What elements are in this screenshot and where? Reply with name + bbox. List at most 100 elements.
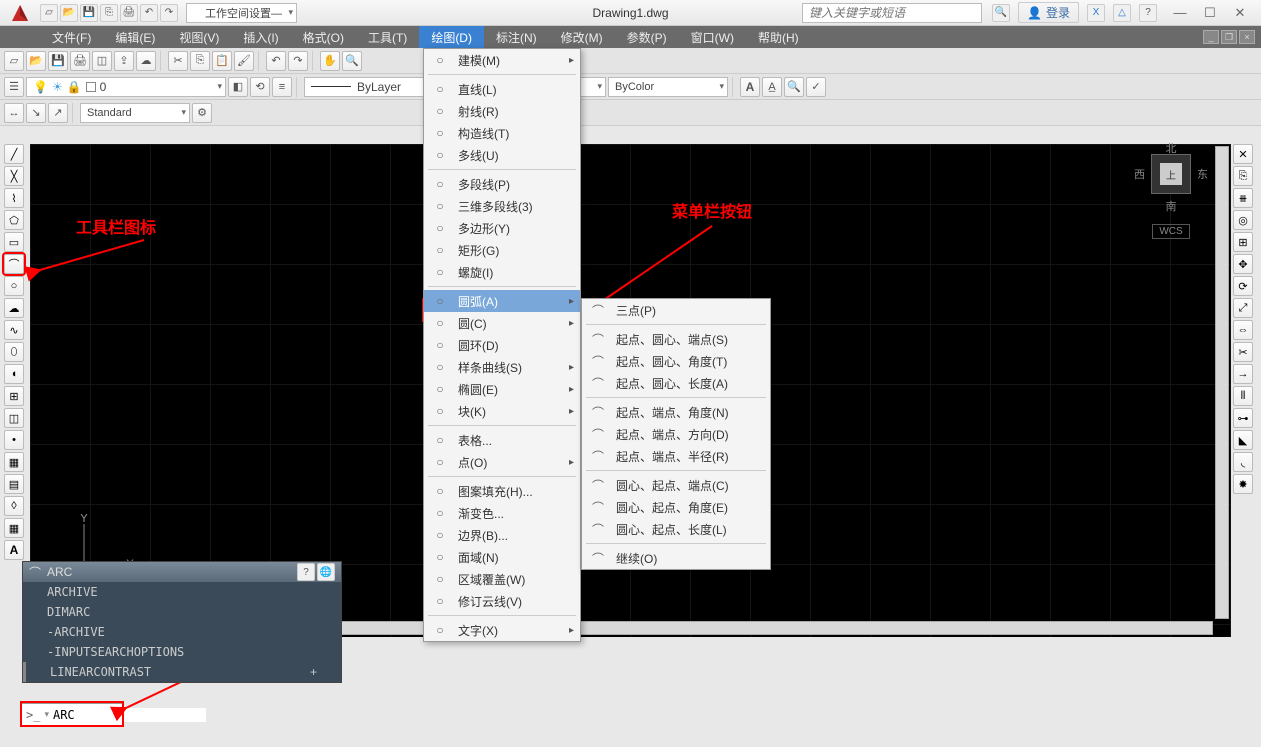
qat-open-icon[interactable]: 📂: [60, 4, 78, 22]
mdi-minimize[interactable]: _: [1203, 30, 1219, 44]
polygon-icon[interactable]: ⬠: [4, 210, 24, 230]
draw-menu-item[interactable]: ○矩形(G): [424, 239, 580, 261]
arc-menu-item[interactable]: ⌒起点、圆心、长度(A): [582, 372, 770, 394]
qat-new-icon[interactable]: ▱: [40, 4, 58, 22]
qat-print-icon[interactable]: 🖨: [120, 4, 138, 22]
layer-dropdown[interactable]: 💡 ☀ 🔒 0: [26, 77, 226, 97]
pan-icon[interactable]: ✋: [320, 51, 340, 71]
arc-menu-item[interactable]: ⌒起点、端点、半径(R): [582, 445, 770, 467]
publish-icon[interactable]: ⇪: [114, 51, 134, 71]
draw-menu-item[interactable]: ○文字(X): [424, 619, 580, 641]
break-icon[interactable]: ⦀: [1233, 386, 1253, 406]
table-icon[interactable]: ▦: [4, 518, 24, 538]
arc-menu-item[interactable]: ⌒起点、圆心、角度(T): [582, 350, 770, 372]
mtext-icon[interactable]: A: [4, 540, 24, 560]
draw-menu-item[interactable]: ○构造线(T): [424, 122, 580, 144]
color-dropdown[interactable]: ByColor: [608, 77, 728, 97]
cmd-suggestion[interactable]: -INPUTSEARCHOPTIONS: [23, 642, 341, 662]
menu-edit[interactable]: 编辑(E): [103, 26, 167, 48]
vertical-scrollbar[interactable]: [1215, 146, 1229, 619]
workspace-dropdown[interactable]: 工作空间设置—: [186, 3, 297, 23]
help-icon[interactable]: ?: [1139, 4, 1157, 22]
point-icon[interactable]: •: [4, 430, 24, 450]
arc-menu-item[interactable]: ⌒起点、圆心、端点(S): [582, 328, 770, 350]
line-icon[interactable]: ╱: [4, 144, 24, 164]
arc-menu-item[interactable]: ⌒圆心、起点、角度(E): [582, 496, 770, 518]
arc-menu-item[interactable]: ⌒继续(O): [582, 547, 770, 569]
layer-state-icon[interactable]: ≡: [272, 77, 292, 97]
dimstyle-dropdown[interactable]: Standard: [80, 103, 190, 123]
menu-modify[interactable]: 修改(M): [549, 26, 615, 48]
cut-icon[interactable]: ✂: [168, 51, 188, 71]
layer-prev-icon[interactable]: ⟲: [250, 77, 270, 97]
hatch-icon[interactable]: ▦: [4, 452, 24, 472]
dim-icon[interactable]: ↔: [4, 103, 24, 123]
exchange-cloud-icon[interactable]: △: [1113, 4, 1131, 22]
move-icon[interactable]: ✥: [1233, 254, 1253, 274]
close-button[interactable]: ✕: [1225, 3, 1255, 23]
mleader-icon[interactable]: ↗: [48, 103, 68, 123]
menu-insert[interactable]: 插入(I): [231, 26, 290, 48]
menu-window[interactable]: 窗口(W): [679, 26, 746, 48]
draw-menu-item[interactable]: ○圆(C): [424, 312, 580, 334]
draw-menu-item[interactable]: ○圆环(D): [424, 334, 580, 356]
leader-icon[interactable]: ↘: [26, 103, 46, 123]
circle-icon[interactable]: ○: [4, 276, 24, 296]
offset-icon[interactable]: ◎: [1233, 210, 1253, 230]
draw-menu-item[interactable]: ○面域(N): [424, 546, 580, 568]
revcloud-icon[interactable]: ☁: [4, 298, 24, 318]
rotate-icon[interactable]: ⟳: [1233, 276, 1253, 296]
extend-icon[interactable]: →: [1233, 364, 1253, 384]
plot-icon[interactable]: 🖨: [70, 51, 90, 71]
array-icon[interactable]: ⊞: [1233, 232, 1253, 252]
cmd-suggestion[interactable]: DIMARC: [23, 602, 341, 622]
rectangle-icon[interactable]: ▭: [4, 232, 24, 252]
mdi-restore[interactable]: ❐: [1221, 30, 1237, 44]
minimize-button[interactable]: —: [1165, 3, 1195, 23]
spline-icon[interactable]: ∿: [4, 320, 24, 340]
search-input[interactable]: [802, 3, 982, 23]
chamfer-icon[interactable]: ◣: [1233, 430, 1253, 450]
draw-menu-item[interactable]: ○直线(L): [424, 78, 580, 100]
redo-icon[interactable]: ↷: [288, 51, 308, 71]
mirror-icon[interactable]: ⧻: [1233, 188, 1253, 208]
zoom-icon[interactable]: 🔍: [342, 51, 362, 71]
text-a2-icon[interactable]: A̲: [762, 77, 782, 97]
preview-icon[interactable]: ◫: [92, 51, 112, 71]
insert-icon[interactable]: ⊞: [4, 386, 24, 406]
draw-menu-item[interactable]: ○图案填充(H)...: [424, 480, 580, 502]
view-cube[interactable]: 北 西 上 东 南 WCS: [1131, 154, 1211, 254]
fillet-icon[interactable]: ◟: [1233, 452, 1253, 472]
arc-menu-item[interactable]: ⌒三点(P): [582, 299, 770, 321]
draw-menu-item[interactable]: ○边界(B)...: [424, 524, 580, 546]
arc-icon[interactable]: ⌒: [4, 254, 24, 274]
ellipsearc-icon[interactable]: ◖: [4, 364, 24, 384]
draw-menu-item[interactable]: ○表格...: [424, 429, 580, 451]
draw-menu-item[interactable]: ○多线(U): [424, 144, 580, 166]
spell-icon[interactable]: ✓: [806, 77, 826, 97]
save-icon[interactable]: 💾: [48, 51, 68, 71]
block-icon[interactable]: ◫: [4, 408, 24, 428]
draw-menu-item[interactable]: ○块(K): [424, 400, 580, 422]
arc-menu-item[interactable]: ⌒圆心、起点、端点(C): [582, 474, 770, 496]
erase-icon[interactable]: ✕: [1233, 144, 1253, 164]
login-button[interactable]: 👤登录: [1018, 2, 1079, 23]
arc-menu-item[interactable]: ⌒圆心、起点、长度(L): [582, 518, 770, 540]
arc-menu-item[interactable]: ⌒起点、端点、角度(N): [582, 401, 770, 423]
cmd-suggestion[interactable]: ARCHIVE: [23, 582, 341, 602]
menu-param[interactable]: 参数(P): [615, 26, 679, 48]
draw-menu-item[interactable]: ○多边形(Y): [424, 217, 580, 239]
stretch-icon[interactable]: ⇔: [1233, 320, 1253, 340]
app-logo[interactable]: [6, 2, 34, 24]
binoculars-icon[interactable]: 🔍: [992, 4, 1010, 22]
paste-icon[interactable]: 📋: [212, 51, 232, 71]
find-icon[interactable]: 🔍: [784, 77, 804, 97]
menu-help[interactable]: 帮助(H): [746, 26, 811, 48]
draw-menu-item[interactable]: ○区域覆盖(W): [424, 568, 580, 590]
copy2-icon[interactable]: ⎘: [1233, 166, 1253, 186]
menu-draw[interactable]: 绘图(D): [419, 26, 484, 48]
draw-menu-item[interactable]: ○射线(R): [424, 100, 580, 122]
pline-icon[interactable]: ⌇: [4, 188, 24, 208]
open-icon[interactable]: 📂: [26, 51, 46, 71]
draw-menu-item[interactable]: ○圆弧(A): [424, 290, 580, 312]
